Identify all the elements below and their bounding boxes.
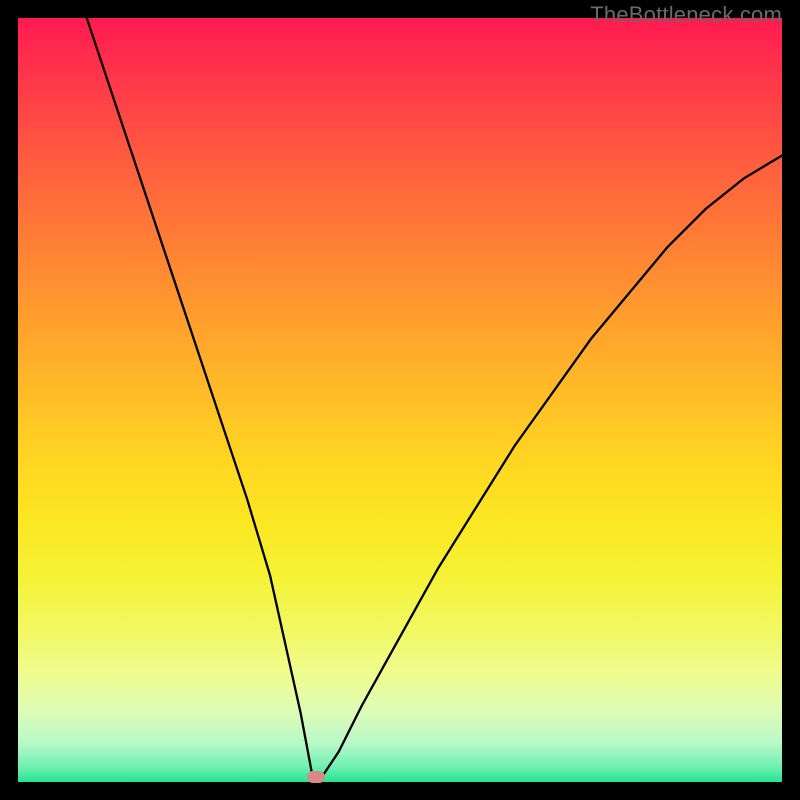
minimum-marker — [307, 771, 325, 783]
watermark-label: TheBottleneck.com — [590, 2, 782, 28]
bottleneck-curve — [18, 18, 782, 782]
